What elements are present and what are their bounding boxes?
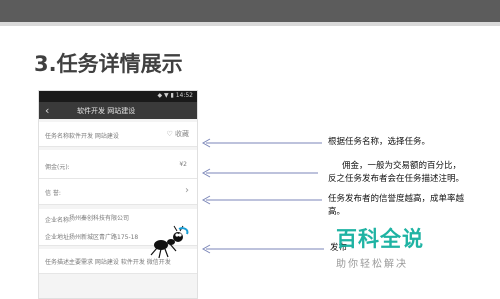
phone-screenshot: ◆ ▼ ▮ 14:52 ‹ 软件开发 网站建设 任务名称: 软件开发 网站建设 …: [38, 90, 198, 299]
note-task-name: 根据任务名称，选择任务。: [328, 137, 431, 147]
annotation-arrow-3: [201, 195, 322, 205]
slide-title: 3.任务详情展示: [34, 48, 183, 78]
ant-mascot-icon: [150, 225, 189, 259]
credit-label: 信 誉:: [45, 190, 61, 197]
phone-nav-bar: ‹ 软件开发 网站建设: [39, 102, 197, 119]
annotation-arrow-2: [201, 168, 318, 178]
slide-top-bar: [0, 0, 500, 22]
chevron-right-icon: ›: [185, 185, 189, 196]
price-label: 佣金(元):: [45, 164, 70, 171]
note-commission-line1: 佣金，一般为交易额的百分比，: [342, 161, 462, 171]
credit-row[interactable]: 信 誉: ›: [39, 179, 197, 205]
slide-title-text: 任务详情展示: [56, 52, 183, 76]
chevron-left-icon[interactable]: ‹: [45, 104, 49, 117]
company-label: 企业名称:: [45, 217, 72, 224]
task-name-row: 任务名称: 软件开发 网站建设 ♡ 收藏: [39, 122, 197, 147]
annotation-arrow-1: [201, 138, 322, 148]
note-credit-line2: 高。: [328, 207, 346, 217]
description-label: 任务描述:: [45, 259, 72, 266]
watermark-subtitle: 助你轻松解决: [336, 259, 408, 270]
note-commission-line2: 反之任务发布者会在任务描述注明。: [328, 174, 465, 184]
address-label: 企业地址:: [45, 234, 72, 241]
price-value: ¥2: [179, 161, 187, 168]
watermark-title: 百科全说: [336, 227, 424, 251]
price-row: 佣金(元): ¥2: [39, 150, 197, 179]
address-value: 扬州新城区青广路175-18: [69, 234, 139, 241]
watermark-logo: 百科全说 助你轻松解决: [336, 223, 424, 270]
company-value: 扬州秦创科技有限公司: [69, 215, 130, 222]
nav-title: 软件开发 网站建设: [77, 107, 136, 115]
task-name-value: 软件开发 网站建设: [69, 133, 119, 140]
annotation-arrow-4: [201, 244, 324, 254]
slide-title-number: 3.: [34, 52, 57, 76]
favorite-button[interactable]: ♡ 收藏: [166, 129, 189, 139]
task-name-label: 任务名称:: [45, 133, 72, 140]
slide-top-stripe: [0, 22, 500, 26]
status-icons: ◆ ▼ ▮ 14:52: [157, 92, 193, 99]
note-credit-line1: 任务发布者的信誉度越高，成单率越: [328, 194, 465, 204]
phone-status-bar: ◆ ▼ ▮ 14:52: [39, 91, 197, 102]
